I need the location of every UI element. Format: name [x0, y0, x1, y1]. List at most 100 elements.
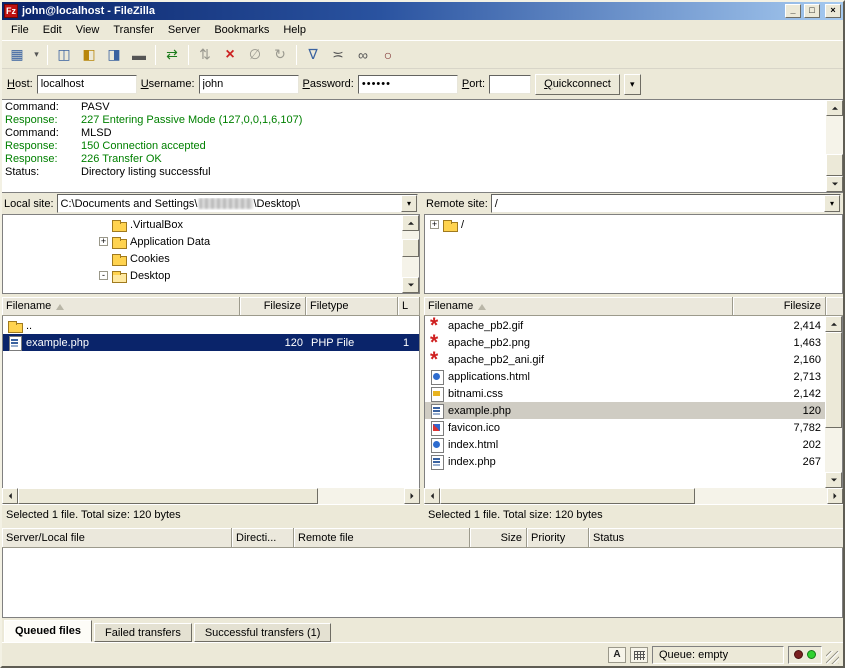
toggle-local-tree-icon[interactable]: ◧	[77, 44, 101, 66]
remote-horizontal-scrollbar[interactable]	[424, 488, 843, 504]
column-header-filename[interactable]: Filename	[2, 297, 240, 316]
log-scrollbar[interactable]	[826, 100, 843, 192]
toggle-transfer-queue-icon[interactable]: ▬	[127, 44, 151, 66]
local-horizontal-scrollbar[interactable]	[2, 488, 420, 504]
remote-list-scrollbar[interactable]	[825, 316, 842, 488]
column-header-filesize[interactable]: Filesize	[733, 297, 826, 316]
resize-grip[interactable]	[826, 651, 839, 664]
scroll-thumb[interactable]	[826, 154, 843, 176]
message-log-body[interactable]: Command:PASV Response:227 Entering Passi…	[2, 100, 826, 192]
maximize-button[interactable]: □	[804, 4, 820, 18]
menu-bookmarks[interactable]: Bookmarks	[207, 22, 276, 38]
menu-edit[interactable]: Edit	[36, 22, 69, 38]
toggle-message-log-icon[interactable]: ◫	[52, 44, 76, 66]
tree-item[interactable]: .VirtualBox	[3, 216, 402, 233]
menu-server[interactable]: Server	[161, 22, 207, 38]
tree-item[interactable]: + Application Data	[3, 233, 402, 250]
scroll-track[interactable]	[825, 332, 842, 472]
local-tree-body[interactable]: .VirtualBox + Application Data Cookies -	[3, 215, 402, 293]
column-header-filesize[interactable]: Filesize	[240, 297, 306, 316]
tab-failed-transfers[interactable]: Failed transfers	[94, 623, 192, 642]
tree-expander-icon[interactable]: +	[99, 237, 108, 246]
filter-icon[interactable]: ∇	[301, 44, 325, 66]
tab-successful-transfers[interactable]: Successful transfers (1)	[194, 623, 332, 642]
quickconnect-dropdown-icon[interactable]: ▾	[624, 74, 641, 95]
column-header-filetype[interactable]: Filetype	[306, 297, 398, 316]
scroll-up-icon[interactable]	[825, 316, 842, 332]
refresh-icon[interactable]: ⇄	[160, 44, 184, 66]
disconnect-icon[interactable]: ∅	[243, 44, 267, 66]
file-row[interactable]: ..	[3, 317, 419, 334]
file-row[interactable]: apache_pb2_ani.gif 2,160	[425, 351, 825, 368]
sync-browse-icon[interactable]: ∞	[351, 44, 375, 66]
site-manager-dropdown-icon[interactable]: ▾	[30, 44, 43, 66]
file-row[interactable]: bitnami.css 2,142	[425, 385, 825, 402]
file-row[interactable]: favicon.ico 7,782	[425, 419, 825, 436]
local-path-combo[interactable]: C:\Documents and Settings\\Desktop\ ▾	[57, 194, 418, 213]
file-row[interactable]: index.html 202	[425, 436, 825, 453]
scroll-right-icon[interactable]	[827, 488, 843, 504]
cancel-icon[interactable]: ×	[218, 44, 242, 66]
column-header-last-modified[interactable]: L	[398, 297, 420, 316]
scroll-down-icon[interactable]	[825, 472, 842, 488]
scroll-up-icon[interactable]	[402, 215, 419, 231]
tree-item[interactable]: - Desktop	[3, 267, 402, 284]
title-bar[interactable]: Fz john@localhost - FileZilla _ □ ×	[2, 2, 843, 20]
password-input[interactable]	[358, 75, 458, 94]
local-file-list-body[interactable]: .. example.php 120 PHP File 1	[3, 316, 419, 488]
port-input[interactable]	[489, 75, 531, 94]
remote-file-list-body[interactable]: apache_pb2.gif 2,414 apache_pb2.png 1,46…	[425, 316, 825, 488]
close-button[interactable]: ×	[825, 4, 841, 18]
file-row[interactable]: example.php 120 PHP File 1	[3, 334, 419, 351]
scroll-up-icon[interactable]	[826, 100, 843, 116]
local-path-dropdown-icon[interactable]: ▾	[401, 195, 417, 212]
scroll-track[interactable]	[402, 231, 419, 277]
scroll-track[interactable]	[440, 488, 827, 504]
column-header-server-local-file[interactable]: Server/Local file	[2, 528, 232, 548]
find-icon[interactable]: ○	[376, 44, 400, 66]
tree-item[interactable]: + /	[425, 216, 842, 233]
remote-path-combo[interactable]: / ▾	[491, 194, 841, 213]
column-header-status[interactable]: Status	[589, 528, 843, 548]
file-row[interactable]: apache_pb2.png 1,463	[425, 334, 825, 351]
scroll-thumb[interactable]	[440, 488, 695, 504]
scroll-down-icon[interactable]	[402, 277, 419, 293]
file-row[interactable]: apache_pb2.gif 2,414	[425, 317, 825, 334]
menu-transfer[interactable]: Transfer	[106, 22, 161, 38]
scroll-thumb[interactable]	[402, 239, 419, 257]
column-header-direction[interactable]: Directi...	[232, 528, 294, 548]
column-header-remote-file[interactable]: Remote file	[294, 528, 470, 548]
file-row[interactable]: index.php 267	[425, 453, 825, 470]
menu-help[interactable]: Help	[276, 22, 313, 38]
scroll-left-icon[interactable]	[2, 488, 18, 504]
menu-view[interactable]: View	[69, 22, 107, 38]
minimize-button[interactable]: _	[785, 4, 801, 18]
scroll-thumb[interactable]	[18, 488, 318, 504]
scroll-right-icon[interactable]	[404, 488, 420, 504]
column-header-priority[interactable]: Priority	[527, 528, 589, 548]
process-queue-icon[interactable]: ⇅	[193, 44, 217, 66]
tree-item[interactable]: Cookies	[3, 250, 402, 267]
column-header-size[interactable]: Size	[470, 528, 527, 548]
scroll-left-icon[interactable]	[424, 488, 440, 504]
scroll-track[interactable]	[18, 488, 404, 504]
queue-list-body[interactable]	[2, 548, 843, 618]
remote-tree-body[interactable]: + /	[425, 215, 842, 293]
scroll-down-icon[interactable]	[826, 176, 843, 192]
scroll-track[interactable]	[826, 116, 843, 176]
tree-expander-icon[interactable]: +	[430, 220, 439, 229]
quickconnect-button[interactable]: Quickconnect	[535, 74, 620, 95]
compare-icon[interactable]: ≍	[326, 44, 350, 66]
local-tree-scrollbar[interactable]	[402, 215, 419, 293]
host-input[interactable]	[37, 75, 137, 94]
column-header-filename[interactable]: Filename	[424, 297, 733, 316]
file-row[interactable]: example.php 120	[425, 402, 825, 419]
menu-file[interactable]: File	[4, 22, 36, 38]
reconnect-icon[interactable]: ↻	[268, 44, 292, 66]
tab-queued-files[interactable]: Queued files	[4, 620, 92, 642]
tree-expander-icon[interactable]: -	[99, 271, 108, 280]
file-row[interactable]: applications.html 2,713	[425, 368, 825, 385]
scroll-thumb[interactable]	[825, 332, 842, 428]
remote-path-dropdown-icon[interactable]: ▾	[824, 195, 840, 212]
site-manager-icon[interactable]: ▦	[5, 44, 29, 66]
